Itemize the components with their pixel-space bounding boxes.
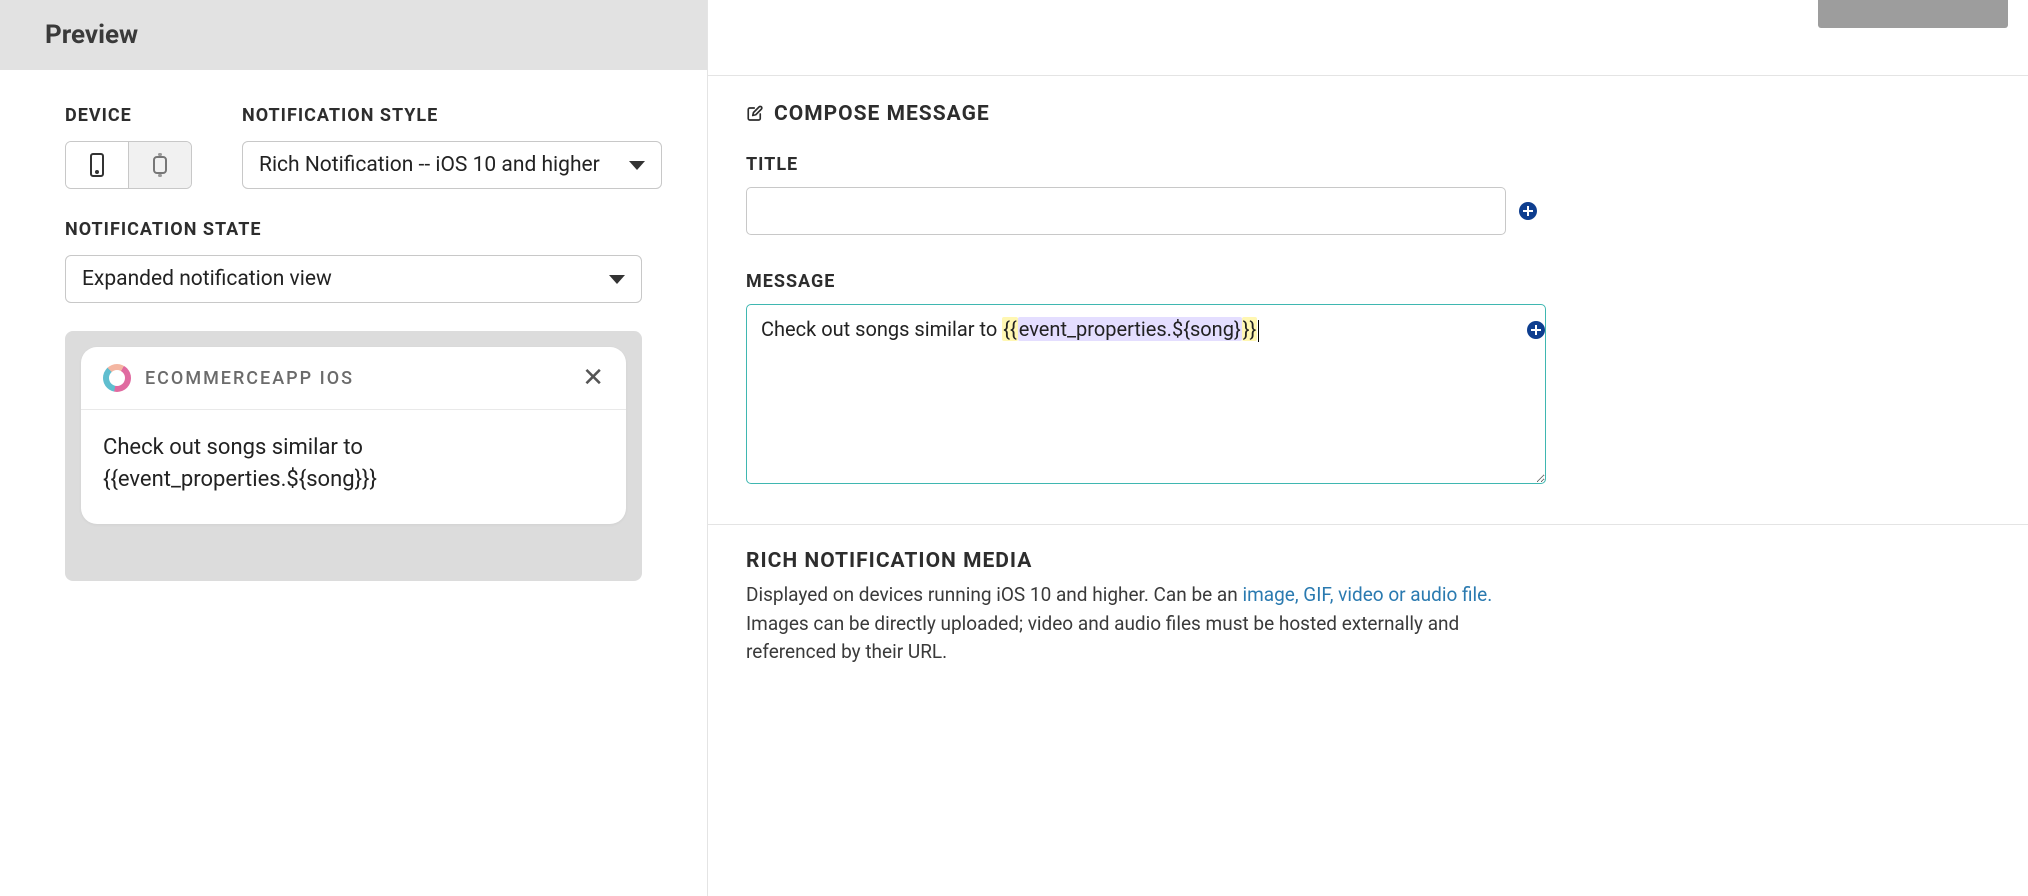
rich-media-title: RICH NOTIFICATION MEDIA: [746, 549, 1990, 573]
notification-state-value: Expanded notification view: [82, 267, 332, 291]
template-brace-open: {{: [1002, 317, 1018, 341]
rich-media-section: RICH NOTIFICATION MEDIA Displayed on dev…: [708, 525, 2028, 691]
device-watch-button[interactable]: [128, 142, 191, 188]
rich-media-description: Displayed on devices running iOS 10 and …: [746, 581, 1546, 667]
compose-top-bar: [708, 0, 2028, 76]
preview-device-area: ECOMMERCEAPP IOS ✕ Check out songs simil…: [65, 331, 642, 581]
partial-button[interactable]: [1818, 0, 2008, 28]
notification-card-header: ECOMMERCEAPP IOS ✕: [81, 347, 626, 410]
device-label: DEVICE: [65, 105, 192, 126]
app-name: ECOMMERCEAPP IOS: [145, 368, 354, 389]
notification-state-select[interactable]: Expanded notification view: [65, 255, 642, 303]
app-icon: [103, 364, 131, 392]
compose-section: COMPOSE MESSAGE TITLE MESSAGE Check out …: [708, 76, 2028, 525]
notification-style-value: Rich Notification -- iOS 10 and higher: [259, 153, 600, 177]
notification-style-field: NOTIFICATION STYLE Rich Notification -- …: [242, 105, 662, 189]
title-label: TITLE: [746, 154, 1990, 175]
preview-body: DEVICE NOTIFICATION STYLE Rich Notificat…: [0, 70, 707, 581]
preview-header: Preview: [0, 0, 707, 70]
notification-style-select[interactable]: Rich Notification -- iOS 10 and higher: [242, 141, 662, 189]
rich-media-desc-after: Images can be directly uploaded; video a…: [746, 612, 1459, 664]
preview-panel: Preview DEVICE NOTIFICATION STYLE Rich N…: [0, 0, 707, 896]
device-field: DEVICE: [65, 105, 192, 189]
message-input[interactable]: Check out songs similar to {{event_prope…: [746, 304, 1546, 484]
compose-section-title-text: COMPOSE MESSAGE: [774, 102, 990, 126]
template-brace-close: }}: [1242, 317, 1258, 341]
notification-app-row: ECOMMERCEAPP IOS: [103, 364, 354, 392]
add-message-variable-button[interactable]: [1526, 320, 1546, 340]
edit-icon: [746, 105, 764, 123]
preview-heading: Preview: [45, 20, 662, 50]
compose-panel: COMPOSE MESSAGE TITLE MESSAGE Check out …: [707, 0, 2028, 896]
add-title-variable-button[interactable]: [1518, 201, 1538, 221]
rich-media-filetypes-link[interactable]: image, GIF, video or audio file.: [1242, 583, 1492, 606]
title-input[interactable]: [746, 187, 1506, 235]
device-toggle: [65, 141, 192, 189]
text-cursor: [1258, 320, 1259, 342]
close-icon[interactable]: ✕: [582, 363, 604, 393]
notification-card: ECOMMERCEAPP IOS ✕ Check out songs simil…: [81, 347, 626, 524]
compose-section-title: COMPOSE MESSAGE: [746, 102, 1990, 126]
phone-icon: [90, 153, 104, 177]
watch-icon: [153, 156, 167, 174]
rich-media-desc-before: Displayed on devices running iOS 10 and …: [746, 583, 1242, 606]
message-prefix: Check out songs similar to: [761, 317, 1002, 341]
notification-state-field: NOTIFICATION STATE Expanded notification…: [65, 219, 642, 303]
chevron-down-icon: [609, 275, 625, 284]
message-label: MESSAGE: [746, 271, 1990, 292]
chevron-down-icon: [629, 161, 645, 170]
notification-state-label: NOTIFICATION STATE: [65, 219, 642, 240]
notification-style-label: NOTIFICATION STYLE: [242, 105, 662, 126]
template-variable: event_properties.${song}: [1018, 317, 1242, 341]
notification-body: Check out songs similar to {{event_prope…: [81, 410, 626, 524]
device-phone-button[interactable]: [66, 142, 128, 188]
